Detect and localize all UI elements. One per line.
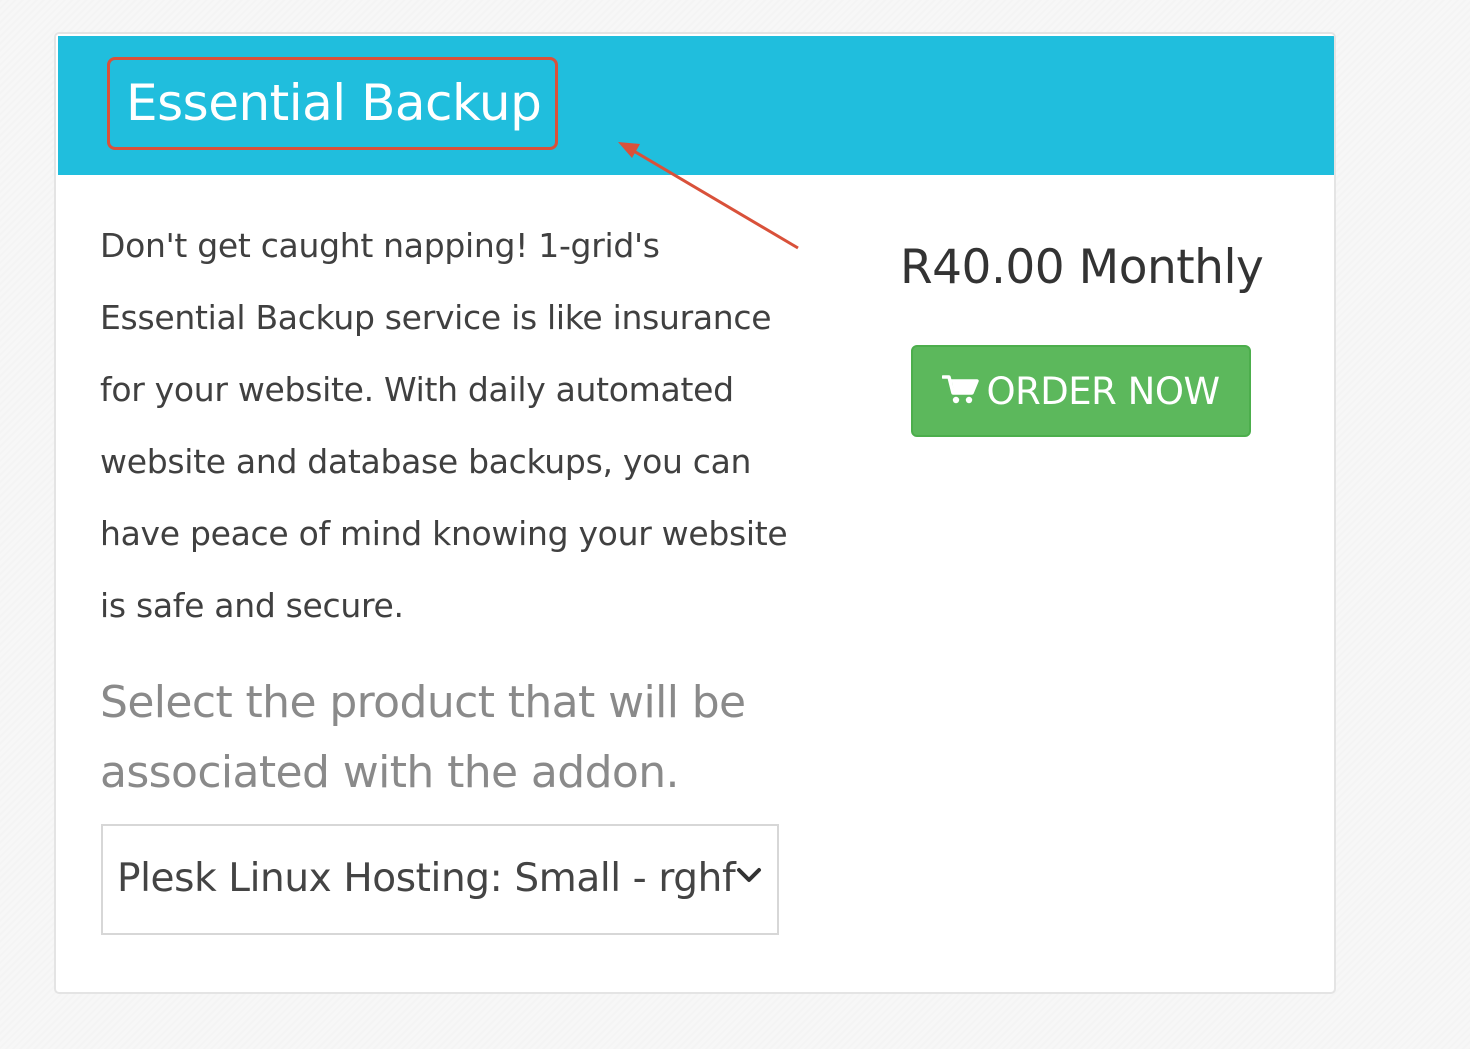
chevron-down-icon [735,866,763,888]
addon-description: Don't get caught napping! 1-grid's Essen… [100,226,788,625]
addon-price: R40.00 Monthly [900,240,1264,295]
selected-product-value: Plesk Linux Hosting: Small - rghf [117,856,736,901]
order-now-label: ORDER NOW [986,369,1220,413]
addon-title: Essential Backup [126,74,542,132]
product-select[interactable]: Plesk Linux Hosting: Small - rghf [101,824,779,935]
order-now-button[interactable]: ORDER NOW [911,345,1251,437]
product-select-label: Select the product that will be associat… [100,677,746,798]
panel-heading: Essential Backup [58,36,1334,175]
shopping-cart-icon [941,373,980,409]
